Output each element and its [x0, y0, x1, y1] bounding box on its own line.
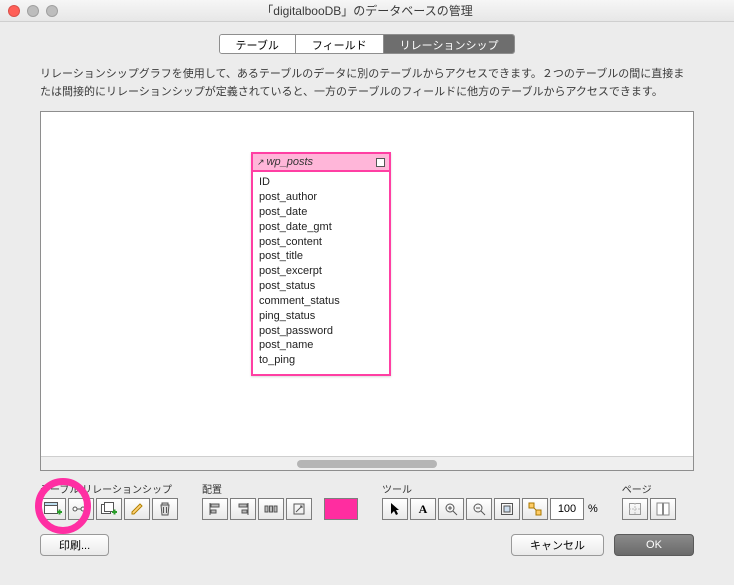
field-item[interactable]: ID	[259, 175, 383, 190]
description-text: リレーションシップグラフを使用して、あるテーブルのデータに別のテーブルからアクセ…	[0, 60, 734, 111]
close-window-button[interactable]	[8, 5, 20, 17]
dialog-footer: 印刷... キャンセル OK	[0, 524, 734, 556]
print-button[interactable]: 印刷...	[40, 534, 109, 556]
tab-row: テーブル フィールド リレーションシップ	[0, 22, 734, 60]
field-item[interactable]: to_ping	[259, 353, 383, 368]
pointer-tool-button[interactable]	[382, 498, 408, 520]
group-label: テーブル/リレーションシップ	[40, 481, 178, 496]
group-label: ページ	[622, 481, 676, 496]
field-item[interactable]: post_excerpt	[259, 264, 383, 279]
align-left-button[interactable]	[202, 498, 228, 520]
delete-button[interactable]	[152, 498, 178, 520]
field-item[interactable]: post_title	[259, 249, 383, 264]
zoom-window-button[interactable]	[46, 5, 58, 17]
table-occurrence-fields: ID post_author post_date post_date_gmt p…	[253, 172, 389, 374]
minimize-window-button[interactable]	[27, 5, 39, 17]
field-item[interactable]: post_name	[259, 338, 383, 353]
titlebar: 「digitalbooDB」のデータベースの管理	[0, 0, 734, 22]
edit-button[interactable]	[124, 498, 150, 520]
expand-icon: ↗	[257, 157, 265, 168]
select-related-button[interactable]	[522, 498, 548, 520]
field-item[interactable]: post_content	[259, 235, 383, 250]
fit-window-button[interactable]	[494, 498, 520, 520]
group-label: ツール	[382, 481, 598, 496]
print-setup-button[interactable]	[650, 498, 676, 520]
resize-button[interactable]	[286, 498, 312, 520]
field-item[interactable]: post_date	[259, 205, 383, 220]
field-item[interactable]: post_author	[259, 190, 383, 205]
window-title: 「digitalbooDB」のデータベースの管理	[261, 2, 472, 19]
zoom-in-button[interactable]	[438, 498, 464, 520]
distribute-h-button[interactable]	[258, 498, 284, 520]
table-occurrence-wp-posts[interactable]: ↗ wp_posts ID post_author post_date post…	[251, 152, 391, 376]
relationship-canvas[interactable]: ↗ wp_posts ID post_author post_date post…	[40, 111, 694, 471]
text-a-icon: A	[419, 502, 428, 517]
bottom-toolbar: テーブル/リレーションシップ 配置	[0, 479, 734, 524]
horizontal-scrollbar[interactable]	[41, 456, 693, 470]
text-note-tool-button[interactable]: A	[410, 498, 436, 520]
align-right-button[interactable]	[230, 498, 256, 520]
duplicate-button[interactable]	[96, 498, 122, 520]
add-table-button[interactable]	[40, 498, 66, 520]
field-item[interactable]: comment_status	[259, 294, 383, 309]
ok-button[interactable]: OK	[614, 534, 694, 556]
group-align: 配置	[202, 481, 358, 520]
field-item[interactable]: post_password	[259, 324, 383, 339]
group-label: 配置	[202, 481, 358, 496]
color-swatch[interactable]	[324, 498, 358, 520]
tab-fields[interactable]: フィールド	[296, 35, 384, 53]
group-tables-relationships: テーブル/リレーションシップ	[40, 481, 178, 520]
scrollbar-thumb[interactable]	[297, 460, 437, 468]
table-occurrence-header[interactable]: ↗ wp_posts	[253, 154, 389, 172]
tab-segmented: テーブル フィールド リレーションシップ	[219, 34, 516, 54]
zoom-value: 100	[558, 503, 576, 515]
collapse-icon[interactable]	[376, 158, 385, 167]
zoom-percent-label: %	[586, 503, 598, 515]
field-item[interactable]: ping_status	[259, 309, 383, 324]
cancel-button[interactable]: キャンセル	[511, 534, 604, 556]
page-breaks-button[interactable]	[622, 498, 648, 520]
group-pages: ページ	[622, 481, 676, 520]
field-item[interactable]: post_status	[259, 279, 383, 294]
zoom-out-button[interactable]	[466, 498, 492, 520]
tab-relationships[interactable]: リレーションシップ	[384, 35, 515, 53]
field-item[interactable]: post_date_gmt	[259, 220, 383, 235]
traffic-lights	[8, 5, 58, 17]
add-relationship-button[interactable]	[68, 498, 94, 520]
tab-tables[interactable]: テーブル	[220, 35, 296, 53]
table-occurrence-title: wp_posts	[267, 156, 313, 168]
group-tools: ツール A 100 %	[382, 481, 598, 520]
zoom-field[interactable]: 100	[550, 498, 584, 520]
